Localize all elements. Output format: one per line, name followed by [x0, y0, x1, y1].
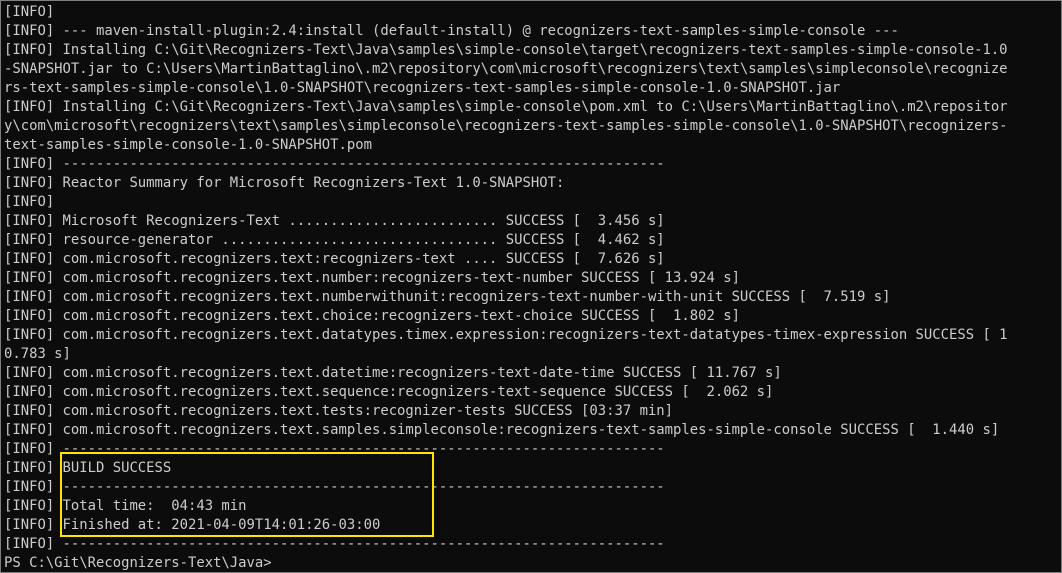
terminal-line: [INFO] ---------------------------------…	[4, 441, 665, 457]
terminal-line: -SNAPSHOT.jar to C:\Users\MartinBattagli…	[4, 61, 1008, 77]
terminal-line: [INFO] com.microsoft.recognizers.text.nu…	[4, 270, 740, 286]
terminal-line: [INFO] com.microsoft.recognizers.text.ch…	[4, 308, 740, 324]
terminal-line: [INFO] ---------------------------------…	[4, 479, 665, 495]
terminal-line: y\com\microsoft\recognizers\text\samples…	[4, 118, 1008, 134]
terminal-line: [INFO] com.microsoft.recognizers.text.te…	[4, 403, 674, 419]
terminal-line: [INFO] --- maven-install-plugin:2.4:inst…	[4, 23, 899, 39]
terminal-line: [INFO] com.microsoft.recognizers.text.sa…	[4, 422, 1000, 438]
build-success-line: [INFO] BUILD SUCCESS	[4, 460, 172, 476]
terminal-line: [INFO] com.microsoft.recognizers.text.nu…	[4, 289, 891, 305]
terminal-line: [INFO]	[4, 194, 55, 210]
total-time-line: [INFO] Total time: 04:43 min	[4, 498, 247, 514]
terminal-output: [INFO] [INFO] --- maven-install-plugin:2…	[4, 3, 1008, 572]
terminal-line: [INFO] resource-generator ..............…	[4, 232, 665, 248]
terminal-line: [INFO] Microsoft Recognizers-Text ......…	[4, 213, 665, 229]
terminal-line: text-samples-simple-console-1.0-SNAPSHOT…	[4, 137, 372, 153]
terminal-line: [INFO] com.microsoft.recognizers.text:re…	[4, 251, 665, 267]
finished-at-line: [INFO] Finished at: 2021-04-09T14:01:26-…	[4, 517, 381, 533]
terminal-window[interactable]: [INFO] [INFO] --- maven-install-plugin:2…	[0, 0, 1062, 573]
terminal-line: [INFO] ---------------------------------…	[4, 536, 665, 552]
terminal-line: [INFO] Installing C:\Git\Recognizers-Tex…	[4, 42, 1008, 58]
terminal-line: [INFO] Reactor Summary for Microsoft Rec…	[4, 175, 565, 191]
terminal-line: 0.783 s]	[4, 346, 71, 362]
terminal-line: [INFO] Installing C:\Git\Recognizers-Tex…	[4, 99, 1008, 115]
terminal-line: [INFO] com.microsoft.recognizers.text.se…	[4, 384, 774, 400]
command-prompt[interactable]: PS C:\Git\Recognizers-Text\Java>	[4, 554, 1008, 572]
terminal-line: [INFO] com.microsoft.recognizers.text.da…	[4, 365, 782, 381]
terminal-line: [INFO] ---------------------------------…	[4, 156, 665, 172]
terminal-line: [INFO]	[4, 4, 55, 20]
terminal-line: rs-text-samples-simple-console\1.0-SNAPS…	[4, 80, 841, 96]
terminal-line: [INFO] com.microsoft.recognizers.text.da…	[4, 327, 1008, 343]
